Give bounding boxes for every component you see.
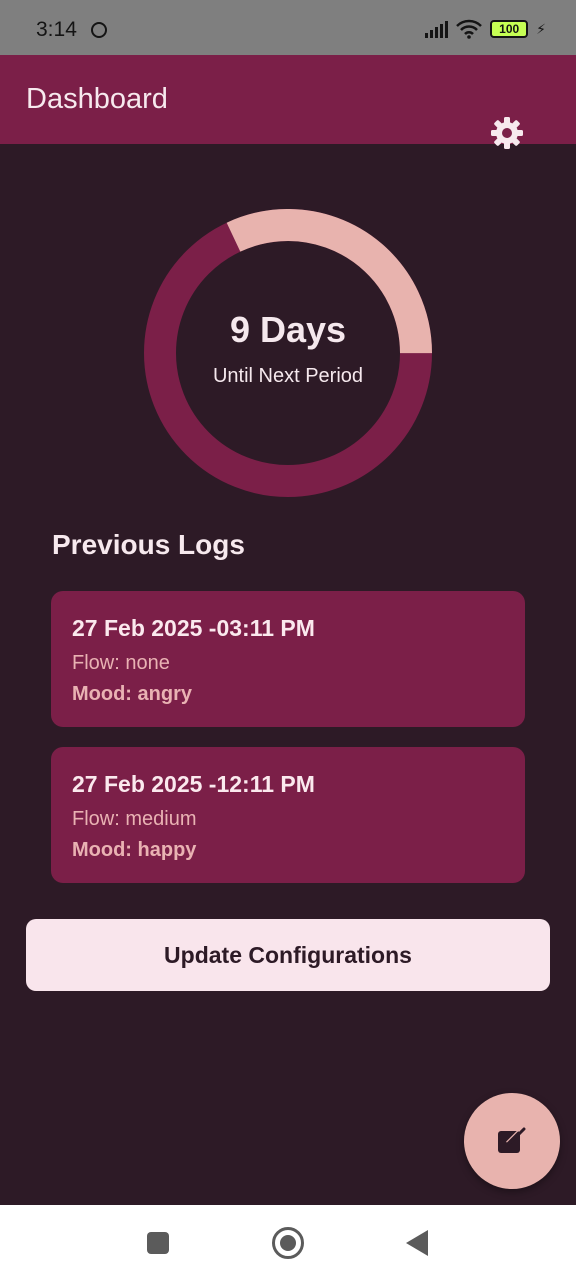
battery-icon: 100 (490, 20, 529, 38)
cycle-summary: 9 Days Until Next Period (144, 309, 432, 388)
page-title: Dashboard (26, 83, 168, 115)
log-card[interactable]: 27 Feb 2025 -03:11 PM Flow: none Mood: a… (51, 591, 525, 727)
previous-logs-heading: Previous Logs (52, 529, 245, 560)
home-button[interactable] (272, 1227, 304, 1259)
status-time: 3:14 (36, 18, 77, 41)
update-configurations-button[interactable]: Update Configurations (26, 919, 550, 991)
log-date: 27 Feb 2025 -03:11 PM (72, 615, 315, 641)
notification-icon (91, 22, 107, 38)
log-flow: Flow: medium (72, 808, 197, 830)
wifi-icon (456, 19, 483, 39)
status-bar: 3:14 100 ⚡ (0, 0, 576, 55)
days-caption: Until Next Period (212, 365, 364, 387)
recents-button[interactable] (147, 1232, 169, 1254)
log-card[interactable]: 27 Feb 2025 -12:11 PM Flow: medium Mood:… (51, 747, 525, 883)
log-mood: Mood: angry (72, 683, 192, 705)
add-log-fab[interactable] (464, 1093, 560, 1189)
settings-button[interactable] (484, 110, 530, 156)
log-mood: Mood: happy (72, 839, 197, 861)
days-until-period: 9 Days (229, 309, 347, 350)
back-button[interactable] (406, 1230, 428, 1256)
signal-icon (425, 20, 449, 38)
charging-icon: ⚡ (536, 20, 546, 37)
log-date: 27 Feb 2025 -12:11 PM (72, 771, 315, 797)
edit-icon (498, 1126, 526, 1153)
battery-level: 100 (499, 22, 520, 36)
gear-icon (491, 117, 523, 149)
system-nav-bar (0, 1205, 576, 1280)
status-icons: 100 ⚡ (425, 17, 546, 41)
app-bar: Dashboard (0, 55, 576, 149)
log-flow: Flow: none (72, 652, 170, 674)
